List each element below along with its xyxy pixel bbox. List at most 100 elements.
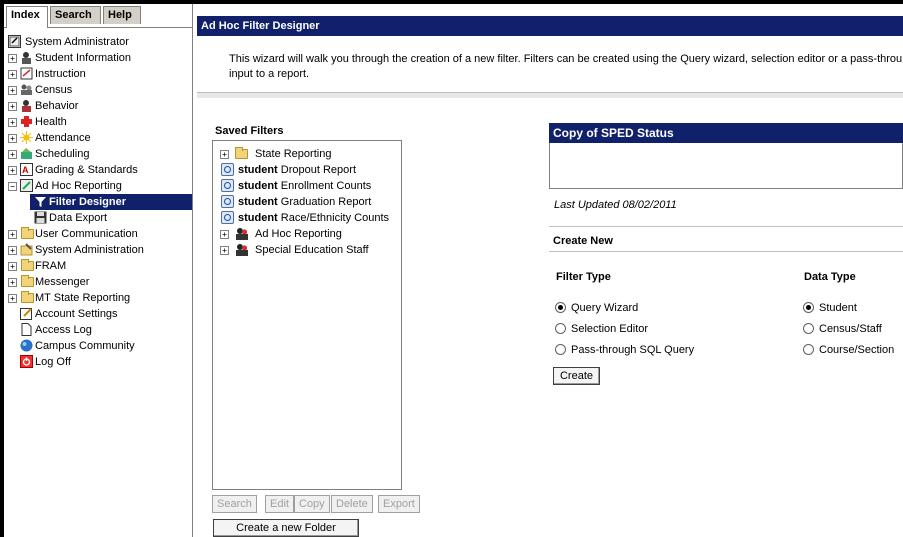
radio-button[interactable] bbox=[555, 323, 566, 334]
sidebar-item-label: Log Off bbox=[35, 356, 71, 368]
list-item-label: Special Education Staff bbox=[255, 244, 369, 256]
expand-icon[interactable]: + bbox=[220, 230, 229, 239]
sidebar-item-instruction[interactable]: + Instruction bbox=[4, 66, 192, 82]
list-item-prefix: student bbox=[238, 196, 278, 208]
saved-filters-list[interactable]: + State Reporting student Dropout Report… bbox=[212, 140, 402, 490]
health-icon bbox=[20, 115, 33, 128]
sidebar-item-ad-hoc-reporting[interactable]: − Ad Hoc Reporting bbox=[4, 178, 192, 194]
create-new-heading: Create New bbox=[553, 235, 613, 247]
list-item-label: Race/Ethnicity Counts bbox=[277, 212, 390, 224]
sidebar-item-campus-community[interactable]: Campus Community bbox=[4, 338, 192, 354]
sidebar-item-behavior[interactable]: + Behavior bbox=[4, 98, 192, 114]
export-button[interactable]: Export bbox=[378, 495, 420, 513]
sidebar-item-system-administration[interactable]: + System Administration bbox=[4, 242, 192, 258]
expand-icon[interactable]: + bbox=[8, 102, 17, 111]
filter-icon bbox=[34, 195, 47, 208]
collapse-icon[interactable]: − bbox=[8, 182, 17, 191]
tab-index[interactable]: Index bbox=[6, 6, 48, 28]
sidebar-item-fram[interactable]: + FRAM bbox=[4, 258, 192, 274]
sidebar-item-census[interactable]: + Census bbox=[4, 82, 192, 98]
expand-icon[interactable]: + bbox=[8, 54, 17, 63]
tab-help[interactable]: Help bbox=[103, 6, 141, 24]
sidebar-item-data-export[interactable]: Data Export bbox=[30, 210, 192, 226]
expand-icon[interactable]: + bbox=[220, 246, 229, 255]
list-item-label: Enrollment Counts bbox=[277, 180, 372, 192]
people-folder-icon bbox=[235, 243, 248, 256]
section-divider bbox=[197, 92, 903, 98]
sidebar-item-label: User Communication bbox=[35, 228, 138, 240]
edit-button[interactable]: Edit bbox=[265, 495, 294, 513]
folder-icon bbox=[21, 227, 34, 239]
list-item-label: Graduation Report bbox=[277, 196, 372, 208]
expand-icon[interactable]: + bbox=[8, 278, 17, 287]
list-item-label: State Reporting bbox=[255, 148, 332, 160]
list-item-label: Dropout Report bbox=[277, 164, 356, 176]
sidebar-item-grading-standards[interactable]: + A Grading & Standards bbox=[4, 162, 192, 178]
expand-icon[interactable]: + bbox=[8, 230, 17, 239]
expand-icon[interactable]: + bbox=[8, 70, 17, 79]
radio-label: Course/Section bbox=[819, 344, 895, 356]
expand-icon[interactable]: + bbox=[220, 150, 229, 159]
sidebar-item-account-settings[interactable]: Account Settings bbox=[4, 306, 192, 322]
expand-icon[interactable]: + bbox=[8, 166, 17, 175]
nav-tree: System Administrator + Student Informati… bbox=[4, 34, 192, 370]
data-type-header: Data Type bbox=[804, 271, 856, 283]
divider bbox=[549, 226, 903, 227]
expand-icon[interactable]: + bbox=[8, 118, 17, 127]
tab-search[interactable]: Search bbox=[50, 6, 101, 24]
sidebar-item-label: Campus Community bbox=[35, 340, 135, 352]
sidebar-item-messenger[interactable]: + Messenger bbox=[4, 274, 192, 290]
radio-button-checked[interactable] bbox=[555, 302, 566, 313]
folder-icon bbox=[21, 291, 34, 303]
nav-tabs: Index Search Help bbox=[4, 4, 192, 28]
magnifier-icon bbox=[221, 163, 234, 176]
sidebar-item-label: Attendance bbox=[35, 132, 91, 144]
ad-hoc-reporting-icon bbox=[20, 179, 33, 192]
radio-button-checked[interactable] bbox=[803, 302, 814, 313]
instruction-icon bbox=[20, 67, 33, 80]
expand-icon[interactable]: + bbox=[8, 134, 17, 143]
radio-button[interactable] bbox=[803, 344, 814, 355]
magnifier-icon bbox=[221, 179, 234, 192]
sidebar-item-log-off[interactable]: Log Off bbox=[4, 354, 192, 370]
attendance-icon bbox=[20, 131, 33, 144]
tree-root[interactable]: System Administrator bbox=[4, 34, 192, 50]
list-item-label: Ad Hoc Reporting bbox=[255, 228, 342, 240]
sidebar-item-label: Instruction bbox=[35, 68, 86, 80]
census-icon bbox=[20, 83, 33, 96]
create-button[interactable]: Create bbox=[553, 367, 600, 385]
expand-icon[interactable]: + bbox=[8, 246, 17, 255]
expand-icon[interactable]: + bbox=[8, 262, 17, 271]
document-icon bbox=[20, 323, 33, 336]
create-folder-button[interactable]: Create a new Folder bbox=[213, 519, 359, 537]
sidebar-item-attendance[interactable]: + Attendance bbox=[4, 130, 192, 146]
expand-icon[interactable]: + bbox=[8, 86, 17, 95]
sidebar-item-mt-state-reporting[interactable]: + MT State Reporting bbox=[4, 290, 192, 306]
folder-icon bbox=[235, 147, 248, 159]
sidebar-item-label: Account Settings bbox=[35, 308, 118, 320]
divider bbox=[549, 251, 903, 252]
left-navigation: Index Search Help System Administrator +… bbox=[4, 4, 193, 537]
sidebar-item-scheduling[interactable]: + Scheduling bbox=[4, 146, 192, 162]
sidebar-item-filter-designer[interactable]: Filter Designer bbox=[30, 194, 192, 210]
sidebar-item-label: Behavior bbox=[35, 100, 79, 112]
sidebar-item-user-communication[interactable]: + User Communication bbox=[4, 226, 192, 242]
saved-filters-title: Saved Filters bbox=[215, 125, 284, 137]
sidebar-item-student-information[interactable]: + Student Information bbox=[4, 50, 192, 66]
radio-button[interactable] bbox=[555, 344, 566, 355]
delete-button[interactable]: Delete bbox=[331, 495, 373, 513]
radio-label: Query Wizard bbox=[571, 302, 639, 314]
sidebar-item-label: Access Log bbox=[35, 324, 92, 336]
radio-button[interactable] bbox=[803, 323, 814, 334]
expand-icon[interactable]: + bbox=[8, 294, 17, 303]
copy-button[interactable]: Copy bbox=[294, 495, 330, 513]
sidebar-item-access-log[interactable]: Access Log bbox=[4, 322, 192, 338]
sidebar-item-health[interactable]: + Health bbox=[4, 114, 192, 130]
last-updated-text: Last Updated 08/02/2011 bbox=[554, 199, 677, 211]
sidebar-item-label: Messenger bbox=[35, 276, 90, 288]
radio-label: Census/Staff bbox=[819, 323, 882, 335]
search-button[interactable]: Search bbox=[212, 495, 257, 513]
expand-icon[interactable]: + bbox=[8, 150, 17, 159]
filter-type-header: Filter Type bbox=[556, 271, 611, 283]
grading-icon: A bbox=[20, 163, 33, 176]
